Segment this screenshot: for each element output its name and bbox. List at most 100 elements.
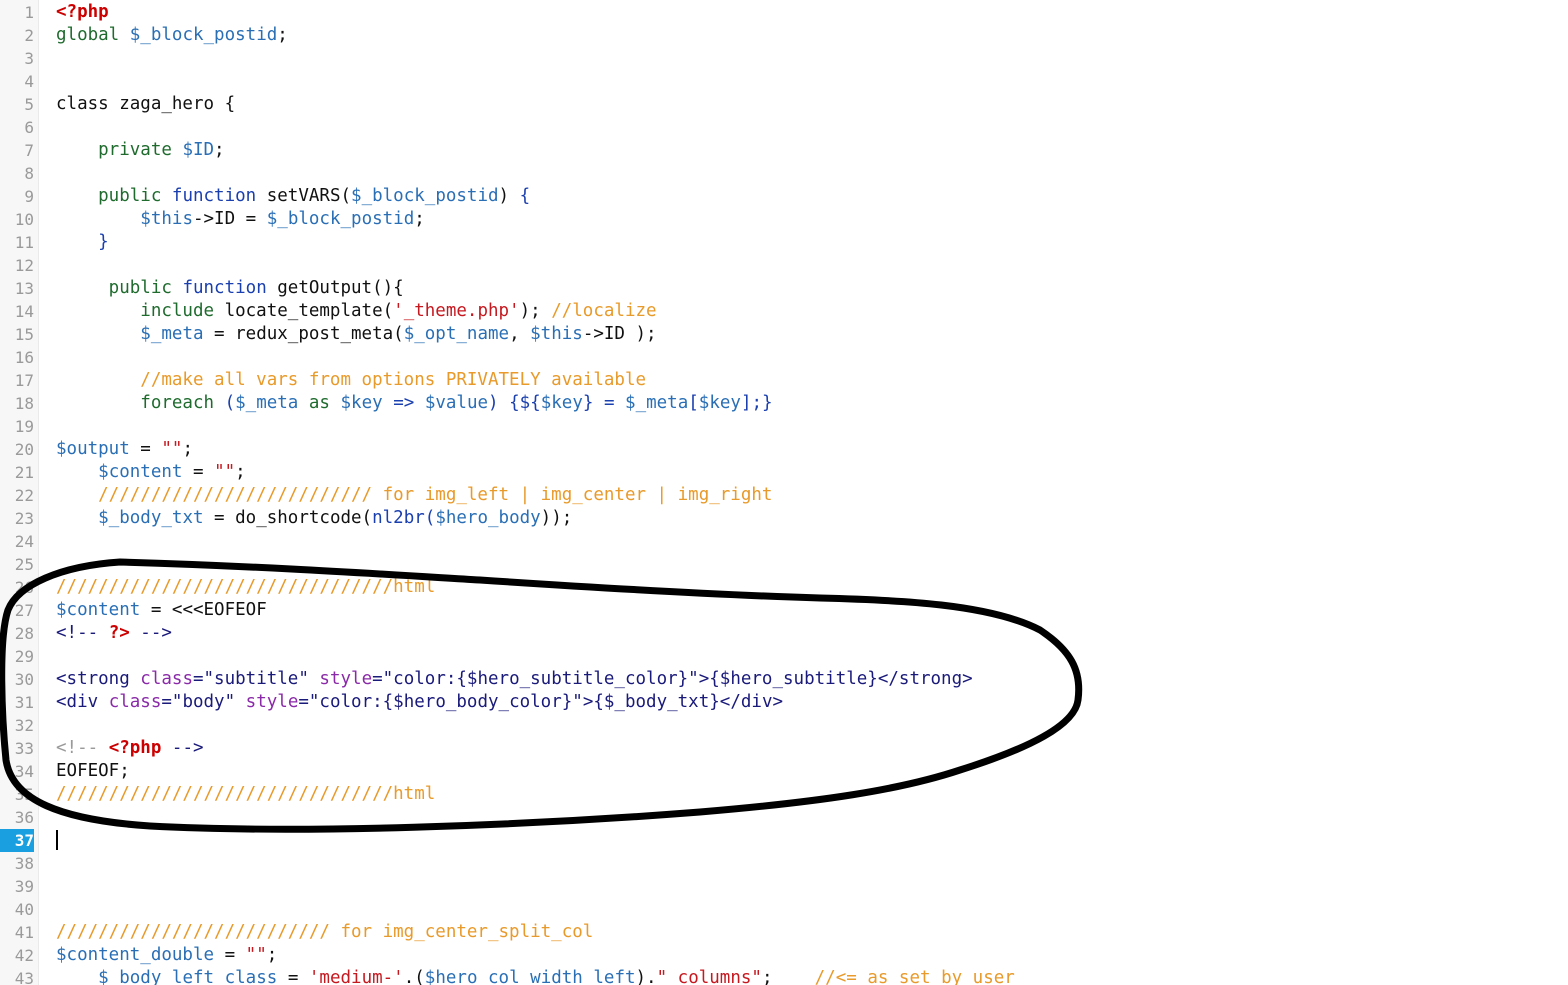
code-line[interactable]: 17 //make all vars from options PRIVATEL… bbox=[0, 369, 1568, 392]
code-token: //localize bbox=[551, 301, 657, 321]
code-text[interactable]: ////////////////////////////////html bbox=[56, 783, 435, 806]
code-line[interactable]: 10 $this->ID = $_block_postid; bbox=[0, 208, 1568, 231]
code-line[interactable]: 24 bbox=[0, 530, 1568, 553]
code-line[interactable]: 25 bbox=[0, 553, 1568, 576]
code-token: <?php bbox=[56, 2, 109, 22]
code-token: $key bbox=[698, 393, 741, 413]
code-text[interactable]: ////////////////////////// for img_left … bbox=[56, 484, 772, 507]
code-line[interactable]: 22 ////////////////////////// for img_le… bbox=[0, 484, 1568, 507]
code-token: $_meta bbox=[235, 393, 299, 413]
code-text[interactable]: $content_double = ""; bbox=[56, 944, 277, 967]
code-text[interactable]: } bbox=[56, 231, 109, 254]
code-text[interactable]: foreach ($_meta as $key => $value) {${$k… bbox=[56, 392, 772, 415]
code-line[interactable]: 15 $_meta = redux_post_meta($_opt_name, … bbox=[0, 323, 1568, 346]
code-text[interactable]: EOFEOF; bbox=[56, 760, 130, 783]
line-number: 17 bbox=[14, 371, 34, 390]
code-line[interactable]: 43 $_body_left_class = 'medium-'.($hero_… bbox=[0, 967, 1568, 985]
code-line[interactable]: 27 $content = <<<EOFEOF bbox=[0, 599, 1568, 622]
code-line[interactable]: 39 bbox=[0, 875, 1568, 898]
line-number: 32 bbox=[14, 716, 34, 735]
code-token: ; bbox=[214, 140, 225, 160]
code-text[interactable]: $content = <<<EOFEOF bbox=[56, 599, 267, 622]
code-line[interactable]: 36 bbox=[0, 806, 1568, 829]
code-line[interactable]: 33 <!-- <?php --> bbox=[0, 737, 1568, 760]
code-text[interactable]: global $_block_postid; bbox=[56, 24, 288, 47]
code-text[interactable]: include locate_template('_theme.php'); /… bbox=[56, 300, 657, 323]
code-line[interactable]: 3 bbox=[0, 47, 1568, 70]
code-line[interactable]: 1 <?php bbox=[0, 1, 1568, 24]
code-token: ////////////////////////////////html bbox=[56, 577, 436, 597]
code-line[interactable]: 21 $content = ""; bbox=[0, 461, 1568, 484]
code-text[interactable]: $_body_left_class = 'medium-'.($hero_col… bbox=[56, 967, 1015, 985]
code-text[interactable]: ////////////////////////////////html bbox=[56, 576, 435, 599]
code-text[interactable]: public function getOutput(){ bbox=[56, 277, 404, 300]
code-text[interactable]: <!-- ?> --> bbox=[56, 622, 172, 645]
line-number: 38 bbox=[14, 854, 34, 873]
code-token: <!-- bbox=[56, 623, 109, 643]
code-line[interactable]: 8 bbox=[0, 162, 1568, 185]
line-number: 6 bbox=[24, 118, 34, 137]
code-line[interactable]: 4 bbox=[0, 70, 1568, 93]
code-line[interactable]: 18 foreach ($_meta as $key => $value) {$… bbox=[0, 392, 1568, 415]
code-line[interactable]: 11 } bbox=[0, 231, 1568, 254]
code-text[interactable]: $content = ""; bbox=[56, 461, 246, 484]
line-number: 7 bbox=[24, 141, 34, 160]
code-line[interactable]: 16 bbox=[0, 346, 1568, 369]
code-text[interactable]: $output = ""; bbox=[56, 438, 193, 461]
code-line[interactable]: 7 private $ID; bbox=[0, 139, 1568, 162]
line-number: 37 bbox=[0, 829, 34, 852]
code-line[interactable]: 2 global $_block_postid; bbox=[0, 24, 1568, 47]
code-line[interactable]: 20 $output = ""; bbox=[0, 438, 1568, 461]
code-line[interactable]: 29 bbox=[0, 645, 1568, 668]
code-token: => bbox=[382, 393, 425, 413]
code-line[interactable]: 14 include locate_template('_theme.php')… bbox=[0, 300, 1568, 323]
code-line[interactable]: 12 bbox=[0, 254, 1568, 277]
code-line[interactable]: 5 class zaga_hero { bbox=[0, 93, 1568, 116]
code-line[interactable]: 30 <strong class="subtitle" style="color:… bbox=[0, 668, 1568, 691]
code-line[interactable]: 13 public function getOutput(){ bbox=[0, 277, 1568, 300]
code-line[interactable]: 40 bbox=[0, 898, 1568, 921]
line-number: 36 bbox=[14, 808, 34, 827]
code-text[interactable]: $_meta = redux_post_meta($_opt_name, $th… bbox=[56, 323, 656, 346]
code-text[interactable] bbox=[56, 829, 58, 852]
line-number: 20 bbox=[14, 440, 34, 459]
code-line[interactable]: 26 ////////////////////////////////html bbox=[0, 576, 1568, 599]
code-line[interactable]: 41 ////////////////////////// for img_cen… bbox=[0, 921, 1568, 944]
code-line[interactable]: 9 public function setVARS($_block_postid… bbox=[0, 185, 1568, 208]
code-text[interactable]: $this->ID = $_block_postid; bbox=[56, 208, 425, 231]
code-token: ; bbox=[182, 439, 193, 459]
code-line[interactable]: 6 bbox=[0, 116, 1568, 139]
code-line[interactable]: 31 <div class="body" style="color:{$hero_… bbox=[0, 691, 1568, 714]
code-line[interactable]: 37 bbox=[0, 829, 1568, 852]
code-token: , bbox=[509, 324, 531, 344]
line-number: 18 bbox=[14, 394, 34, 413]
code-text[interactable]: //make all vars from options PRIVATELY a… bbox=[56, 369, 646, 392]
code-line[interactable]: 38 bbox=[0, 852, 1568, 875]
line-number: 3 bbox=[24, 49, 34, 68]
code-line[interactable]: 28 <!-- ?> --> bbox=[0, 622, 1568, 645]
code-text[interactable]: $_body_txt = do_shortcode(nl2br($hero_bo… bbox=[56, 507, 572, 530]
code-text[interactable]: ////////////////////////// for img_cente… bbox=[56, 921, 593, 944]
code-text[interactable]: <div class="body" style="color:{$hero_bo… bbox=[56, 691, 783, 714]
code-line[interactable]: 42 $content_double = ""; bbox=[0, 944, 1568, 967]
code-line[interactable]: 35 ////////////////////////////////html bbox=[0, 783, 1568, 806]
code-token: $_opt_name bbox=[403, 324, 510, 344]
code-line[interactable]: 19 bbox=[0, 415, 1568, 438]
code-token: $this bbox=[140, 209, 193, 229]
line-number: 31 bbox=[14, 693, 34, 712]
code-editor[interactable]: 1 <?php 2 global $_block_postid; 3 4 5 class za… bbox=[0, 0, 1568, 985]
code-token: ="color:{$hero_subtitle_color}">{$hero_s… bbox=[372, 669, 973, 689]
code-text[interactable]: <strong class="subtitle" style="color:{$… bbox=[56, 668, 973, 691]
code-text[interactable]: private $ID; bbox=[56, 139, 225, 162]
code-line[interactable]: 23 $_body_txt = do_shortcode(nl2br($hero… bbox=[0, 507, 1568, 530]
code-token: $this bbox=[530, 324, 583, 344]
code-token: $content bbox=[56, 600, 141, 620]
code-line[interactable]: 32 bbox=[0, 714, 1568, 737]
line-number: 4 bbox=[24, 72, 34, 91]
code-line[interactable]: 34 EOFEOF; bbox=[0, 760, 1568, 783]
code-text[interactable]: <?php bbox=[56, 1, 109, 24]
code-text[interactable]: class zaga_hero { bbox=[56, 93, 235, 116]
code-text[interactable]: public function setVARS($_block_postid) … bbox=[56, 185, 530, 208]
code-text[interactable]: <!-- <?php --> bbox=[56, 737, 204, 760]
